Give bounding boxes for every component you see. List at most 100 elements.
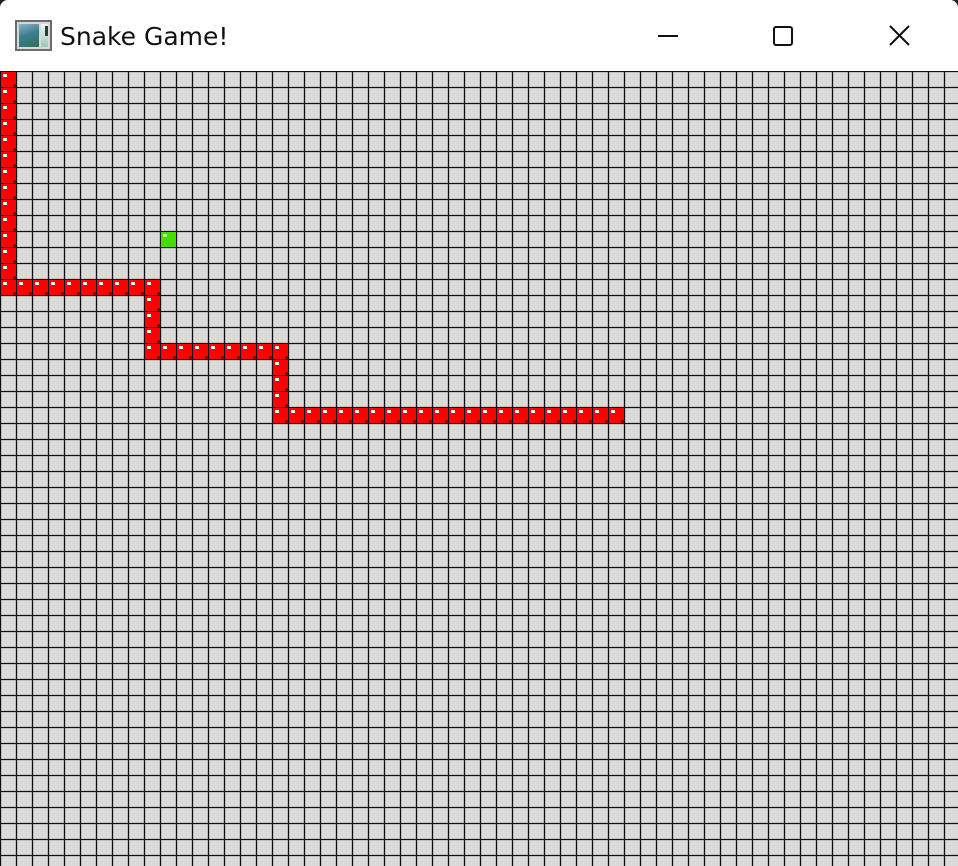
snake-segment [1, 120, 16, 135]
snake-segment-highlight [3, 250, 7, 253]
snake-segment [241, 344, 256, 359]
snake-segment-highlight [3, 170, 7, 173]
snake-segment [497, 408, 512, 423]
snake-segment-shadow [573, 420, 576, 423]
snake-segment-highlight [115, 282, 119, 285]
snake-head [609, 408, 624, 423]
snake-segment-shadow [605, 420, 608, 423]
snake-segment-highlight [387, 410, 391, 413]
snake-segment-shadow [157, 324, 160, 327]
snake-segment-highlight [355, 410, 359, 413]
window-title: Snake Game! [60, 22, 229, 51]
snake-segment [193, 344, 208, 359]
snake-segment-shadow [285, 420, 288, 423]
application-icon-detail [45, 26, 48, 36]
snake-segment-shadow [13, 244, 16, 247]
snake-segment-highlight [547, 410, 551, 413]
game-board-svg [0, 71, 958, 866]
maximize-button[interactable] [727, 0, 843, 71]
snake-segment [545, 408, 560, 423]
snake-segment [577, 408, 592, 423]
snake-segment [1, 136, 16, 151]
snake-segment [1, 216, 16, 231]
snake-segment-shadow [157, 292, 160, 295]
snake-segment [17, 280, 32, 295]
snake-segment-highlight [275, 346, 279, 349]
snake-segment-shadow [13, 148, 16, 151]
snake-segment [81, 280, 96, 295]
snake-segment [161, 344, 176, 359]
snake-segment-shadow [317, 420, 320, 423]
snake-segment [289, 408, 304, 423]
snake-segment [417, 408, 432, 423]
snake-segment-shadow [381, 420, 384, 423]
snake-segment [481, 408, 496, 423]
snake-segment [1, 88, 16, 103]
snake-segment [49, 280, 64, 295]
snake-segment-highlight [611, 410, 615, 413]
snake-segment-highlight [147, 282, 151, 285]
snake-segment-highlight [3, 218, 7, 221]
snake-segment-highlight [467, 410, 471, 413]
snake-segment-shadow [397, 420, 400, 423]
snake-segment-shadow [13, 276, 16, 279]
snake-segment-shadow [13, 180, 16, 183]
snake-segment [1, 184, 16, 199]
game-board [0, 71, 958, 866]
snake-segment-highlight [3, 266, 7, 269]
snake-segment [273, 408, 288, 423]
snake-segment-shadow [109, 292, 112, 295]
snake-segment-highlight [323, 410, 327, 413]
snake-segment-shadow [509, 420, 512, 423]
snake-segment-highlight [275, 378, 279, 381]
snake-segment-shadow [45, 292, 48, 295]
snake-segment-highlight [339, 410, 343, 413]
snake-segment [145, 344, 160, 359]
snake-segment-highlight [275, 394, 279, 397]
snake-segment-highlight [147, 346, 151, 349]
snake-segment-highlight [3, 234, 7, 237]
snake-segment-shadow [157, 308, 160, 311]
snake-segment [1, 168, 16, 183]
snake-segment-shadow [13, 260, 16, 263]
snake-segment-highlight [499, 410, 503, 413]
snake-segment [273, 344, 288, 359]
snake-segment-shadow [221, 356, 224, 359]
snake-segment [593, 408, 608, 423]
snake-segment [273, 392, 288, 407]
snake-segment-highlight [275, 362, 279, 365]
snake-segment [513, 408, 528, 423]
snake-segment-highlight [3, 122, 7, 125]
snake-segment-shadow [237, 356, 240, 359]
snake-segment-highlight [3, 74, 7, 77]
minimize-button[interactable] [611, 0, 727, 71]
snake-segment-shadow [557, 420, 560, 423]
snake-segment [273, 376, 288, 391]
snake-segment-highlight [211, 346, 215, 349]
snake-segment [1, 72, 16, 87]
snake-segment-shadow [13, 164, 16, 167]
snake-segment [33, 280, 48, 295]
snake-segment [1, 280, 16, 295]
snake-segment-shadow [461, 420, 464, 423]
snake-segment-shadow [269, 356, 272, 359]
snake-segment-shadow [525, 420, 528, 423]
snake-segment-shadow [493, 420, 496, 423]
snake-segment-highlight [67, 282, 71, 285]
snake-segment [129, 280, 144, 295]
snake-segment-shadow [29, 292, 32, 295]
snake-segment-shadow [13, 100, 16, 103]
snake-segment-shadow [13, 196, 16, 199]
snake-segment-shadow [589, 420, 592, 423]
snake-segment [273, 360, 288, 375]
close-button[interactable] [843, 0, 958, 71]
snake-segment-shadow [93, 292, 96, 295]
snake-segment-highlight [3, 138, 7, 141]
snake-segment-highlight [451, 410, 455, 413]
snake-segment [385, 408, 400, 423]
snake-segment-highlight [531, 410, 535, 413]
snake-segment [1, 200, 16, 215]
snake-segment [321, 408, 336, 423]
snake-segment [257, 344, 272, 359]
snake-segment-shadow [189, 356, 192, 359]
